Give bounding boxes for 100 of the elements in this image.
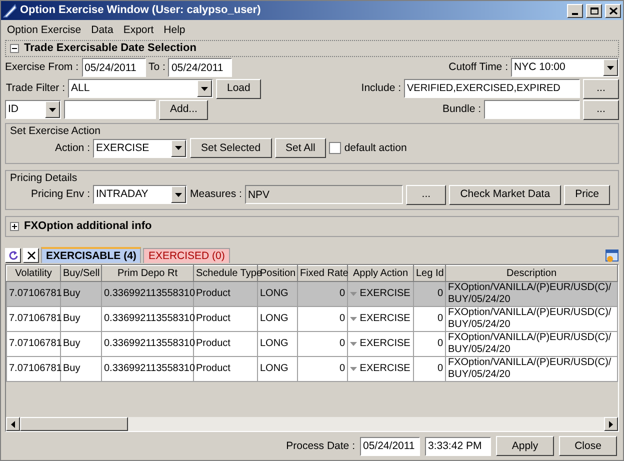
close-tab-button[interactable] xyxy=(23,248,39,264)
horizontal-scrollbar[interactable] xyxy=(6,417,618,431)
close-icon xyxy=(26,251,36,260)
minimize-button[interactable] xyxy=(567,4,583,18)
tab[interactable]: EXERCISABLE (4) xyxy=(41,246,142,264)
caret-icon xyxy=(49,108,56,112)
date-field[interactable]: 05/24/2011 xyxy=(168,58,232,77)
id-field[interactable] xyxy=(64,100,156,119)
table-cell: 0.336992113558310 xyxy=(102,282,194,307)
field-label: Measures : xyxy=(190,188,242,201)
table-cell: 0 xyxy=(414,332,446,357)
caret-icon xyxy=(350,316,357,321)
table-cell: Buy xyxy=(60,332,102,357)
table-cell: LONG xyxy=(258,332,298,357)
measures-field[interactable]: NPV xyxy=(244,185,404,204)
refresh-button[interactable] xyxy=(5,248,21,264)
caret-icon xyxy=(350,292,357,296)
caret-icon xyxy=(350,342,357,346)
menu-item[interactable]: Export xyxy=(123,24,154,36)
field-label: Cutoff Time : xyxy=(448,61,508,74)
caret-icon xyxy=(607,66,614,70)
close-button[interactable]: Close xyxy=(559,436,617,456)
column-header[interactable]: Volatility xyxy=(6,266,60,282)
action-cell[interactable]: EXERCISE xyxy=(348,282,414,307)
table-cell: Product xyxy=(194,282,258,307)
field-label: Process Date : xyxy=(286,440,355,452)
table-cell: FXOption/VANILLA/(P)EUR/USD(C)/BUY/05/24/20 xyxy=(446,356,618,382)
dropdown[interactable]: ALL xyxy=(68,79,213,98)
date-field[interactable]: 05/24/2011 xyxy=(360,436,420,456)
section-header[interactable]: FXOption additional info xyxy=(5,216,619,238)
include-field[interactable]: VERIFIED,EXERCISED,EXPIRED xyxy=(404,79,580,98)
table-cell: 0 xyxy=(298,356,348,382)
dropdown[interactable]: NYC 10:00 xyxy=(511,58,619,77)
check-market-data-button[interactable]: Check Market Data xyxy=(449,184,562,205)
table-cell: 7.07106781 xyxy=(6,282,60,307)
table-cell: FXOption/VANILLA/(P)EUR/USD(C)/BUY/05/24/20 xyxy=(446,332,618,357)
table-cell: 0.336992113558310 xyxy=(102,306,194,332)
bundle-field[interactable] xyxy=(484,100,580,119)
set-selected-button[interactable]: Set Selected xyxy=(190,138,272,158)
maximize-icon xyxy=(590,6,598,14)
maximize-button[interactable] xyxy=(586,4,602,18)
table-cell: Buy xyxy=(60,282,102,307)
table-cell: FXOption/VANILLA/(P)EUR/USD(C)/BUY/05/24/20 xyxy=(446,306,618,332)
dropdown[interactable]: INTRADAY xyxy=(93,185,187,204)
group-label: Pricing Details xyxy=(10,172,78,184)
action-cell[interactable]: EXERCISE xyxy=(348,332,414,357)
id-type-dropdown[interactable]: ID xyxy=(5,100,61,119)
refresh-icon xyxy=(8,250,18,262)
browse-button[interactable]: ... xyxy=(583,100,619,120)
column-header[interactable]: Buy/Sell xyxy=(60,266,102,282)
table-cell: 0.336992113558310 xyxy=(102,332,194,357)
column-header[interactable]: Apply Action xyxy=(348,266,414,282)
browse-button[interactable]: ... xyxy=(583,78,619,98)
close-icon xyxy=(608,6,618,14)
caret-icon xyxy=(350,366,357,371)
table-cell: 7.07106781 xyxy=(6,356,60,382)
date-field[interactable]: 05/24/2011 xyxy=(82,58,146,77)
action-cell[interactable]: EXERCISE xyxy=(348,356,414,382)
add-button[interactable]: Add... xyxy=(159,100,208,120)
table-cell: 0 xyxy=(414,282,446,307)
app-icon xyxy=(3,4,17,18)
table-cell: 7.07106781 xyxy=(6,332,60,357)
browse-button[interactable]: ... xyxy=(406,184,446,205)
table-cell: 0 xyxy=(298,282,348,307)
section-header[interactable]: Trade Exercisable Date Selection xyxy=(5,40,619,57)
group-label: Set Exercise Action xyxy=(10,125,102,138)
section-title: FXOption additional info xyxy=(24,220,152,233)
checkbox[interactable] xyxy=(329,142,342,154)
window-title: Option Exercise Window (User: calypso_user) xyxy=(20,4,262,18)
column-header[interactable]: Fixed Rate xyxy=(298,266,348,282)
caret-icon xyxy=(175,146,182,150)
column-header[interactable]: Prim Depo Rt xyxy=(102,266,194,282)
field-label: Include : xyxy=(361,82,401,95)
scroll-left-icon xyxy=(11,420,15,428)
set-all-button[interactable]: Set All xyxy=(274,138,326,158)
column-header[interactable]: Description xyxy=(446,266,618,282)
caret-icon xyxy=(201,86,208,90)
apply-button[interactable]: Apply xyxy=(496,436,554,456)
section-title: Trade Exercisable Date Selection xyxy=(24,42,196,56)
table-cell: 0 xyxy=(298,332,348,357)
action-cell[interactable]: EXERCISE xyxy=(348,306,414,332)
dropdown[interactable]: EXERCISE xyxy=(93,138,187,158)
table-cell: LONG xyxy=(258,356,298,382)
field-label: To : xyxy=(148,61,166,74)
table-cell: LONG xyxy=(258,282,298,307)
menu-item[interactable]: Option Exercise xyxy=(7,24,82,36)
column-header[interactable]: Leg Id xyxy=(414,266,446,282)
tab[interactable]: EXERCISED (0) xyxy=(143,248,230,264)
table-cell: Product xyxy=(194,356,258,382)
menu-item[interactable]: Help xyxy=(164,24,186,36)
time-field[interactable]: 3:33:42 PM xyxy=(425,436,491,456)
close-button[interactable] xyxy=(605,4,621,18)
field-label: Action : xyxy=(54,142,90,154)
menu-item[interactable]: Data xyxy=(91,24,114,36)
caret-icon xyxy=(175,192,182,197)
table-cell: 7.07106781 xyxy=(6,306,60,332)
minimize-icon xyxy=(572,12,578,14)
field-label: Exercise From : xyxy=(5,61,79,74)
load-button[interactable]: Load xyxy=(216,78,262,98)
price-button[interactable]: Price xyxy=(564,184,610,205)
